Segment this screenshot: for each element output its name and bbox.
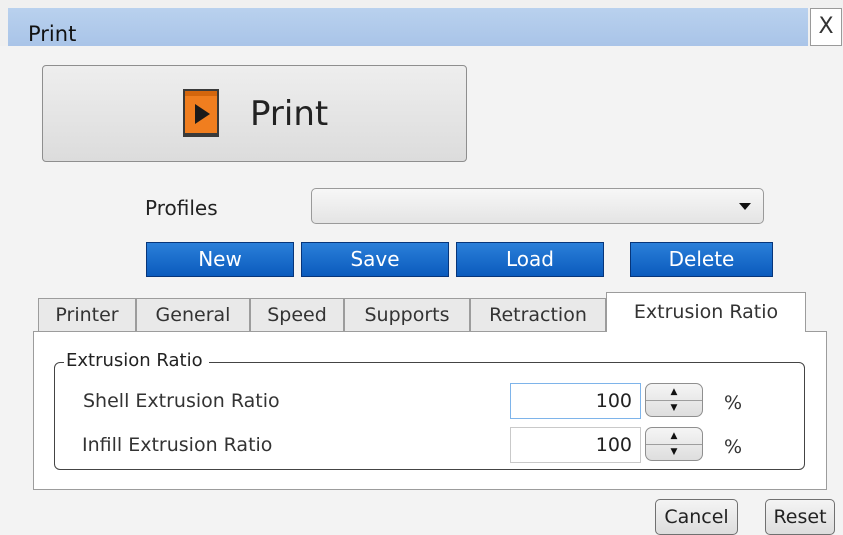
load-button[interactable]: Load — [456, 242, 604, 277]
print-button[interactable]: Print — [42, 65, 467, 162]
play-media-icon — [183, 89, 219, 137]
print-dialog: Print X Print Profiles New Save Load Del… — [0, 0, 843, 535]
profiles-label: Profiles — [145, 196, 218, 220]
shell-extrusion-label: Shell Extrusion Ratio — [83, 390, 280, 412]
new-button[interactable]: New — [146, 242, 294, 277]
tab-retraction[interactable]: Retraction — [470, 298, 606, 331]
reset-button[interactable]: Reset — [765, 499, 835, 535]
profiles-dropdown[interactable] — [311, 188, 764, 224]
infill-extrusion-stepper[interactable]: ▲ ▼ — [645, 427, 703, 461]
tab-speed[interactable]: Speed — [250, 298, 344, 331]
caret-up-icon[interactable]: ▲ — [646, 384, 702, 401]
close-button[interactable]: X — [810, 8, 842, 46]
tab-printer[interactable]: Printer — [38, 298, 136, 331]
caret-up-icon[interactable]: ▲ — [646, 428, 702, 445]
shell-extrusion-input[interactable]: 100 — [510, 383, 641, 419]
infill-extrusion-input[interactable]: 100 — [510, 427, 641, 463]
tab-supports[interactable]: Supports — [344, 298, 470, 331]
tab-extrusion-ratio[interactable]: Extrusion Ratio — [606, 292, 806, 332]
caret-down-icon[interactable]: ▼ — [646, 400, 702, 416]
cancel-button[interactable]: Cancel — [655, 499, 738, 535]
group-title: Extrusion Ratio — [64, 350, 209, 371]
infill-extrusion-unit: % — [724, 436, 743, 458]
shell-extrusion-unit: % — [724, 392, 743, 414]
window-title: Print — [28, 22, 77, 46]
caret-down-icon[interactable]: ▼ — [646, 444, 702, 460]
infill-extrusion-label: Infill Extrusion Ratio — [82, 434, 273, 456]
save-button[interactable]: Save — [301, 242, 449, 277]
shell-extrusion-stepper[interactable]: ▲ ▼ — [645, 383, 703, 417]
tab-general[interactable]: General — [136, 298, 250, 331]
chevron-down-icon — [739, 203, 751, 210]
print-button-label: Print — [250, 94, 329, 134]
title-bar: Print — [8, 8, 808, 46]
delete-button[interactable]: Delete — [630, 242, 773, 277]
